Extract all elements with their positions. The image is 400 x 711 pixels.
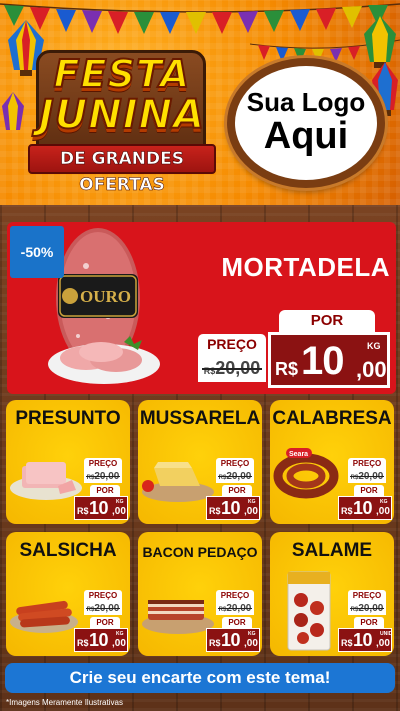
new-currency: R$ (77, 638, 89, 648)
seara-brand-text: Seara (289, 451, 308, 458)
product-name: MUSSARELA (139, 408, 261, 429)
discount-badge: -50% (10, 226, 64, 278)
strikethrough-line (86, 476, 120, 477)
hotdog-image-icon (10, 600, 78, 633)
new-price-int: 10 (353, 630, 373, 650)
cheese-image-icon (142, 462, 214, 502)
por-label: POR (90, 485, 120, 496)
product-name: BACON PEDAÇO (142, 544, 258, 560)
brand-text: OURO (80, 287, 131, 306)
por-label: POR (354, 485, 384, 496)
festa-line2: JUNINA (38, 91, 206, 139)
logo-line1: Sua Logo (246, 87, 366, 118)
product-card-bacon: BACON PEDAÇO PREÇO R$20,00 POR R$ 10 KG … (138, 532, 262, 656)
product-name: SALAME (291, 540, 373, 561)
sliced-mortadela-plate-icon (48, 336, 160, 384)
strikethrough-line (218, 476, 252, 477)
sausage-image-icon: Seara (273, 448, 339, 499)
festa-line1: FESTA (53, 51, 191, 97)
new-currency: R$ (341, 638, 353, 648)
featured-new-price: R$ 10 KG ,00 (268, 332, 390, 388)
disclaimer-text: *Imagens Meramente Ilustrativas (6, 698, 123, 707)
new-currency: R$ (77, 506, 89, 516)
new-price-cents: ,00 (244, 506, 258, 517)
preco-label: PREÇO (348, 458, 386, 470)
new-price-int: 10 (89, 498, 109, 518)
new-price-cents: ,00 (376, 638, 390, 649)
product-card-salame: SALAME PREÇO R$20,00 POR R$ 10 UNID ,00 (270, 532, 394, 656)
new-price: R$ 10 KG ,00 (74, 496, 128, 520)
por-label: POR (90, 617, 120, 628)
grandes-ofertas-ribbon: DE GRANDES OFERTAS (28, 144, 216, 195)
product-name: PRESUNTO (15, 408, 121, 429)
new-price: R$ 10 KG ,00 (206, 628, 260, 652)
new-price-cents: ,00 (376, 506, 390, 517)
new-price-cents: ,00 (244, 638, 258, 649)
old-price: R$20,00 (84, 602, 122, 615)
unit-label: KG (380, 499, 388, 505)
new-price-int: 10 (353, 498, 373, 518)
new-currency: R$ (341, 506, 353, 516)
product-card-calabresa: CALABRESA Seara PREÇO R$20,00 POR R$ 10 … (270, 400, 394, 524)
unit-label: KG (248, 631, 256, 637)
bacon-image-icon (142, 600, 214, 634)
new-price: R$ 10 KG ,00 (206, 496, 260, 520)
product-card-mussarela: MUSSARELA PREÇO R$20,00 POR R$ 10 KG ,00 (138, 400, 262, 524)
unit-label: UNID (380, 631, 393, 637)
create-flyer-button[interactable]: Crie seu encarte com este tema! (5, 663, 395, 693)
new-currency: R$ (275, 359, 299, 379)
new-currency: R$ (209, 506, 221, 516)
strikethrough-line (350, 608, 384, 609)
strikethrough-line (86, 608, 120, 609)
new-price-int: 10 (221, 498, 241, 518)
preco-label: PREÇO (84, 590, 122, 602)
strikethrough-line (218, 608, 252, 609)
por-label: POR (222, 485, 252, 496)
unit-label: KG (367, 341, 381, 351)
strikethrough-line (202, 368, 262, 370)
old-price: R$20,00 (348, 470, 386, 483)
new-price: R$ 10 KG ,00 (74, 628, 128, 652)
new-price-cents: ,00 (356, 357, 387, 382)
old-price: R$20,00 (348, 602, 386, 615)
strikethrough-line (350, 476, 384, 477)
logo-line2: Aqui (263, 114, 349, 157)
preco-label: PREÇO (216, 458, 254, 470)
new-price-int: 10 (221, 630, 241, 650)
featured-old-price: R$20,00 (198, 354, 266, 382)
product-name: CALABRESA (272, 408, 392, 429)
preco-label: PREÇO (348, 590, 386, 602)
product-name: SALSICHA (19, 540, 117, 561)
featured-product-name: MORTADELA (221, 252, 390, 282)
preco-label: PREÇO (216, 590, 254, 602)
preco-label: PREÇO (84, 458, 122, 470)
ham-image-icon (10, 462, 82, 500)
festa-junina-title: FESTA JUNINA DE GRANDES OFERTAS (22, 40, 222, 195)
new-price-int: 10 (89, 630, 109, 650)
unit-label: KG (116, 499, 124, 505)
salami-image-icon (287, 571, 331, 651)
new-price-int: 10 (301, 339, 344, 383)
header-banner: FESTA JUNINA DE GRANDES OFERTAS Sua Logo… (0, 0, 400, 205)
product-card-salsicha: SALSICHA PREÇO R$20,00 POR R$ 10 KG ,00 (6, 532, 130, 656)
old-price: R$20,00 (84, 470, 122, 483)
old-price: R$20,00 (216, 602, 254, 615)
new-price-cents: ,00 (112, 506, 126, 517)
por-label: POR (354, 617, 384, 628)
new-price: R$ 10 UNID ,00 (338, 628, 392, 652)
new-price-cents: ,00 (112, 638, 126, 649)
logo-placeholder: Sua Logo Aqui (227, 58, 385, 188)
unit-label: KG (116, 631, 124, 637)
new-price: R$ 10 KG ,00 (338, 496, 392, 520)
unit-label: KG (248, 499, 256, 505)
featured-preco-label: PREÇO (198, 334, 266, 354)
por-label: POR (222, 617, 252, 628)
featured-por-label: POR (279, 310, 375, 332)
old-price: R$20,00 (216, 470, 254, 483)
new-currency: R$ (209, 638, 221, 648)
product-card-presunto: PRESUNTO PREÇO R$20,00 POR R$ 10 KG ,00 (6, 400, 130, 524)
